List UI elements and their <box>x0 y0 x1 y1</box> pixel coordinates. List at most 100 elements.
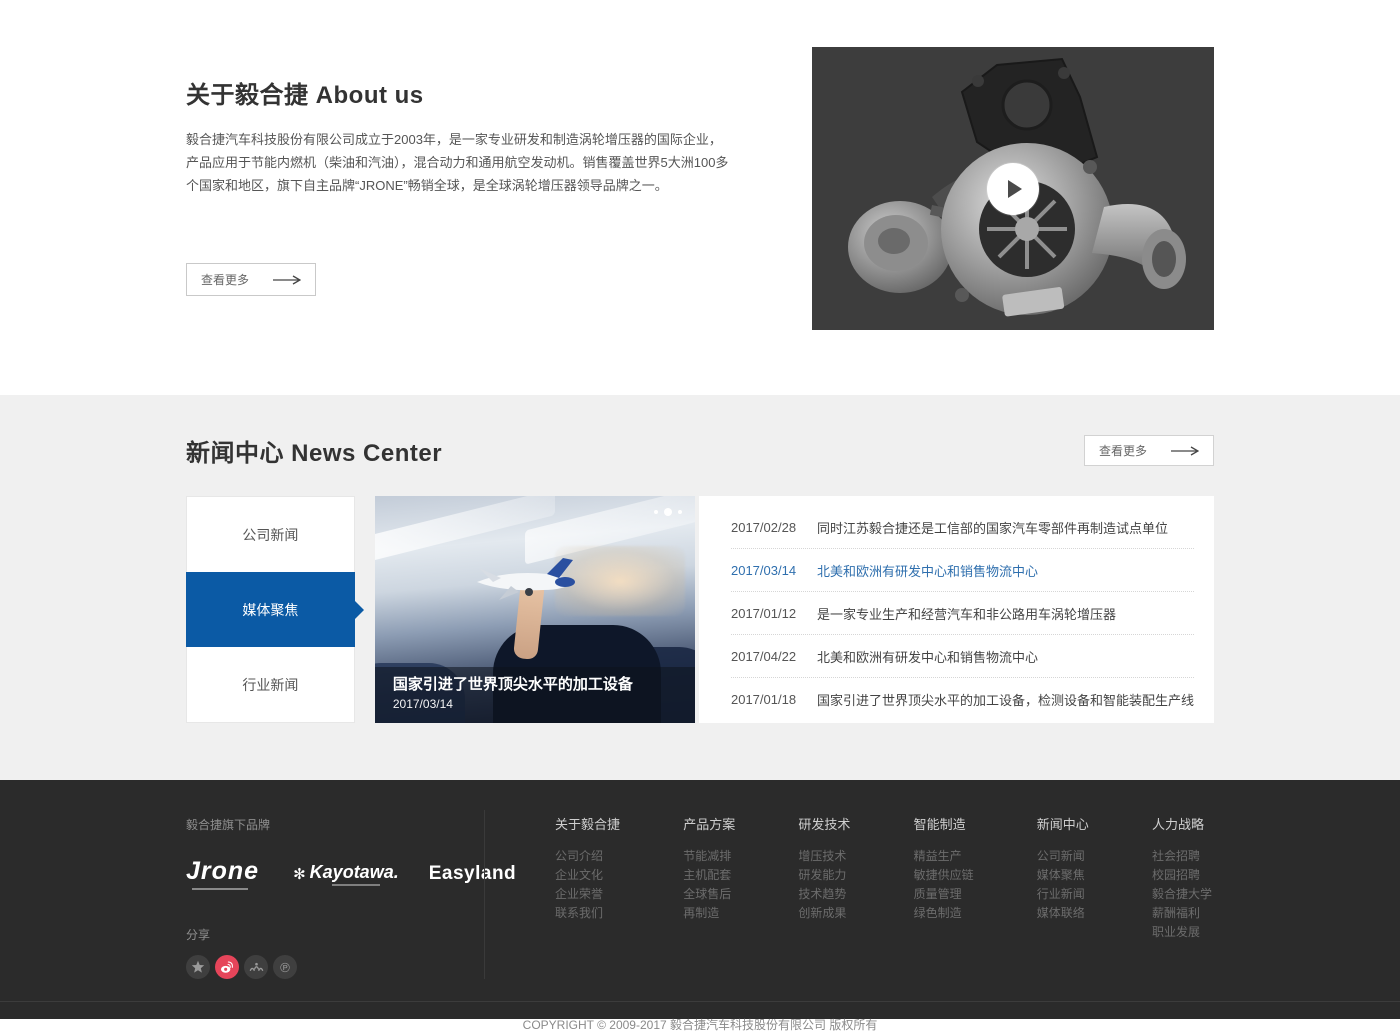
footer-link[interactable]: 薪酬福利 <box>1152 907 1212 919</box>
news-more-button[interactable]: 查看更多 <box>1084 435 1214 466</box>
news-item-date: 2017/01/18 <box>731 692 803 707</box>
footer-link[interactable]: 再制造 <box>683 907 735 919</box>
carousel-caption-title: 国家引进了世界顶尖水平的加工设备 <box>393 676 681 694</box>
kayotawa-logo[interactable]: ✻ Kayotawa. <box>293 862 399 886</box>
news-list-item[interactable]: 2017/01/18 国家引进了世界顶尖水平的加工设备，检测设备和智能装配生产线 <box>731 678 1194 721</box>
footer-link[interactable]: 社会招聘 <box>1152 850 1212 862</box>
footer-col-title[interactable]: 新闻中心 <box>1037 814 1089 833</box>
footer-link[interactable]: 企业文化 <box>555 869 620 881</box>
news-item-title: 同时江苏毅合捷还是工信部的国家汽车零部件再制造试点单位 <box>817 518 1168 537</box>
footer-link[interactable]: 行业新闻 <box>1037 888 1089 900</box>
carousel-dot[interactable] <box>678 510 682 514</box>
news-item-title: 国家引进了世界顶尖水平的加工设备，检测设备和智能装配生产线 <box>817 690 1194 709</box>
news-more-label: 查看更多 <box>1099 442 1147 459</box>
carousel-dots <box>654 508 682 516</box>
footer-link[interactable]: 职业发展 <box>1152 926 1212 938</box>
footer-link[interactable]: 主机配套 <box>683 869 735 881</box>
toy-plane-graphic <box>471 552 581 604</box>
about-title: 关于毅合捷 About us <box>186 75 746 110</box>
footer-col-title[interactable]: 关于毅合捷 <box>555 814 620 833</box>
footer-col-rd: 研发技术 增压技术 研发能力 技术趋势 创新成果 <box>798 814 850 979</box>
footer-link[interactable]: 公司介绍 <box>555 850 620 862</box>
news-item-title: 是一家专业生产和经营汽车和非公路用车涡轮增压器 <box>817 604 1116 623</box>
news-carousel[interactable]: 国家引进了世界顶尖水平的加工设备 2017/03/14 <box>375 496 695 723</box>
footer-share-label: 分享 <box>186 926 484 943</box>
tab-media-focus[interactable]: 媒体聚焦 <box>186 572 355 647</box>
news-item-date: 2017/02/28 <box>731 520 803 535</box>
footer-link[interactable]: 研发能力 <box>798 869 850 881</box>
news-list-item[interactable]: 2017/04/22 北美和欧洲有研发中心和销售物流中心 <box>731 635 1194 678</box>
footer-link[interactable]: 企业荣誉 <box>555 888 620 900</box>
footer-col-title[interactable]: 研发技术 <box>798 814 850 833</box>
news-item-date: 2017/04/22 <box>731 649 803 664</box>
about-body-text: 毅合捷汽车科技股份有限公司成立于2003年，是一家专业研发和制造涡轮增压器的国际… <box>186 128 734 197</box>
weibo-icon[interactable] <box>215 955 239 979</box>
news-section: 新闻中心 News Center 查看更多 公司新闻 媒体聚焦 行业新闻 <box>0 395 1400 780</box>
footer-col-about: 关于毅合捷 公司介绍 企业文化 企业荣誉 联系我们 <box>555 814 620 979</box>
tab-company-news[interactable]: 公司新闻 <box>187 497 354 572</box>
news-item-date: 2017/03/14 <box>731 563 803 578</box>
jrone-logo[interactable]: Jrone <box>186 857 259 890</box>
tab-label: 行业新闻 <box>242 675 298 695</box>
footer-link[interactable]: 创新成果 <box>798 907 850 919</box>
news-category-tabs: 公司新闻 媒体聚焦 行业新闻 <box>186 496 355 723</box>
about-video-thumbnail[interactable] <box>812 47 1214 330</box>
crowd-icon[interactable] <box>244 955 268 979</box>
about-more-button[interactable]: 查看更多 <box>186 263 316 296</box>
news-title: 新闻中心 News Center <box>186 433 442 468</box>
carousel-dot-active[interactable] <box>664 508 672 516</box>
footer-col-manufacturing: 智能制造 精益生产 敏捷供应链 质量管理 绿色制造 <box>914 814 974 979</box>
footer-nav-columns: 关于毅合捷 公司介绍 企业文化 企业荣誉 联系我们 产品方案 节能减排 主机配套… <box>484 810 1214 979</box>
news-item-title: 北美和欧洲有研发中心和销售物流中心 <box>817 647 1038 666</box>
footer-col-title[interactable]: 产品方案 <box>683 814 735 833</box>
jrone-tagline-line <box>192 888 248 890</box>
news-item-title: 北美和欧洲有研发中心和销售物流中心 <box>817 561 1038 580</box>
footer-link[interactable]: 媒体聚焦 <box>1037 869 1089 881</box>
footer-link[interactable]: 校园招聘 <box>1152 869 1212 881</box>
carousel-dot[interactable] <box>654 510 658 514</box>
about-text-block: 关于毅合捷 About us 毅合捷汽车科技股份有限公司成立于2003年，是一家… <box>186 47 746 330</box>
footer-col-hr: 人力战略 社会招聘 校园招聘 毅合捷大学 薪酬福利 职业发展 <box>1152 814 1212 979</box>
footer-link[interactable]: 增压技术 <box>798 850 850 862</box>
star-icon[interactable] <box>186 955 210 979</box>
news-list: 2017/02/28 同时江苏毅合捷还是工信部的国家汽车零部件再制造试点单位 2… <box>699 496 1214 723</box>
footer-brands-label: 毅合捷旗下品牌 <box>186 816 484 833</box>
tab-industry-news[interactable]: 行业新闻 <box>187 647 354 722</box>
footer-link[interactable]: 联系我们 <box>555 907 620 919</box>
footer-link[interactable]: 敏捷供应链 <box>914 869 974 881</box>
footer-link[interactable]: 全球售后 <box>683 888 735 900</box>
news-list-item-highlighted[interactable]: 2017/03/14 北美和欧洲有研发中心和销售物流中心 <box>731 549 1194 592</box>
news-item-date: 2017/01/12 <box>731 606 803 621</box>
news-list-item[interactable]: 2017/02/28 同时江苏毅合捷还是工信部的国家汽车零部件再制造试点单位 <box>731 506 1194 549</box>
carousel-caption-date: 2017/03/14 <box>393 697 681 711</box>
carousel-caption[interactable]: 国家引进了世界顶尖水平的加工设备 2017/03/14 <box>375 667 695 723</box>
footer-link[interactable]: 毅合捷大学 <box>1152 888 1212 900</box>
about-section: 关于毅合捷 About us 毅合捷汽车科技股份有限公司成立于2003年，是一家… <box>0 0 1400 395</box>
footer-link[interactable]: 节能减排 <box>683 850 735 862</box>
right-arrow-icon <box>1171 446 1199 456</box>
news-list-item[interactable]: 2017/01/12 是一家专业生产和经营汽车和非公路用车涡轮增压器 <box>731 592 1194 635</box>
kayotawa-logo-text: Kayotawa. <box>310 862 399 883</box>
footer-col-products: 产品方案 节能减排 主机配套 全球售后 再制造 <box>683 814 735 979</box>
circled-p-icon[interactable]: ℗ <box>273 955 297 979</box>
jrone-logo-text: Jrone <box>186 857 259 886</box>
footer-link[interactable]: 质量管理 <box>914 888 974 900</box>
copyright-text: COPYRIGHT © 2009-2017 毅合捷汽车科技股份有限公司 版权所有 <box>0 1001 1400 1033</box>
play-icon <box>1008 180 1022 198</box>
social-icons-row: ℗ <box>186 955 484 979</box>
gear-icon: ✻ <box>293 865 306 883</box>
footer-link[interactable]: 精益生产 <box>914 850 974 862</box>
tab-label: 媒体聚焦 <box>242 600 298 620</box>
footer-link[interactable]: 技术趋势 <box>798 888 850 900</box>
footer-col-title[interactable]: 人力战略 <box>1152 814 1212 833</box>
about-more-label: 查看更多 <box>201 271 249 288</box>
tab-label: 公司新闻 <box>242 525 298 545</box>
footer-col-title[interactable]: 智能制造 <box>914 814 974 833</box>
footer-link[interactable]: 媒体联络 <box>1037 907 1089 919</box>
play-button[interactable] <box>987 163 1039 215</box>
footer-link[interactable]: 绿色制造 <box>914 907 974 919</box>
right-arrow-icon <box>273 275 301 285</box>
kayotawa-tagline-line <box>332 884 380 886</box>
footer-link[interactable]: 公司新闻 <box>1037 850 1089 862</box>
footer: 毅合捷旗下品牌 Jrone ✻ Kayotawa. Easyland <box>0 780 1400 1019</box>
